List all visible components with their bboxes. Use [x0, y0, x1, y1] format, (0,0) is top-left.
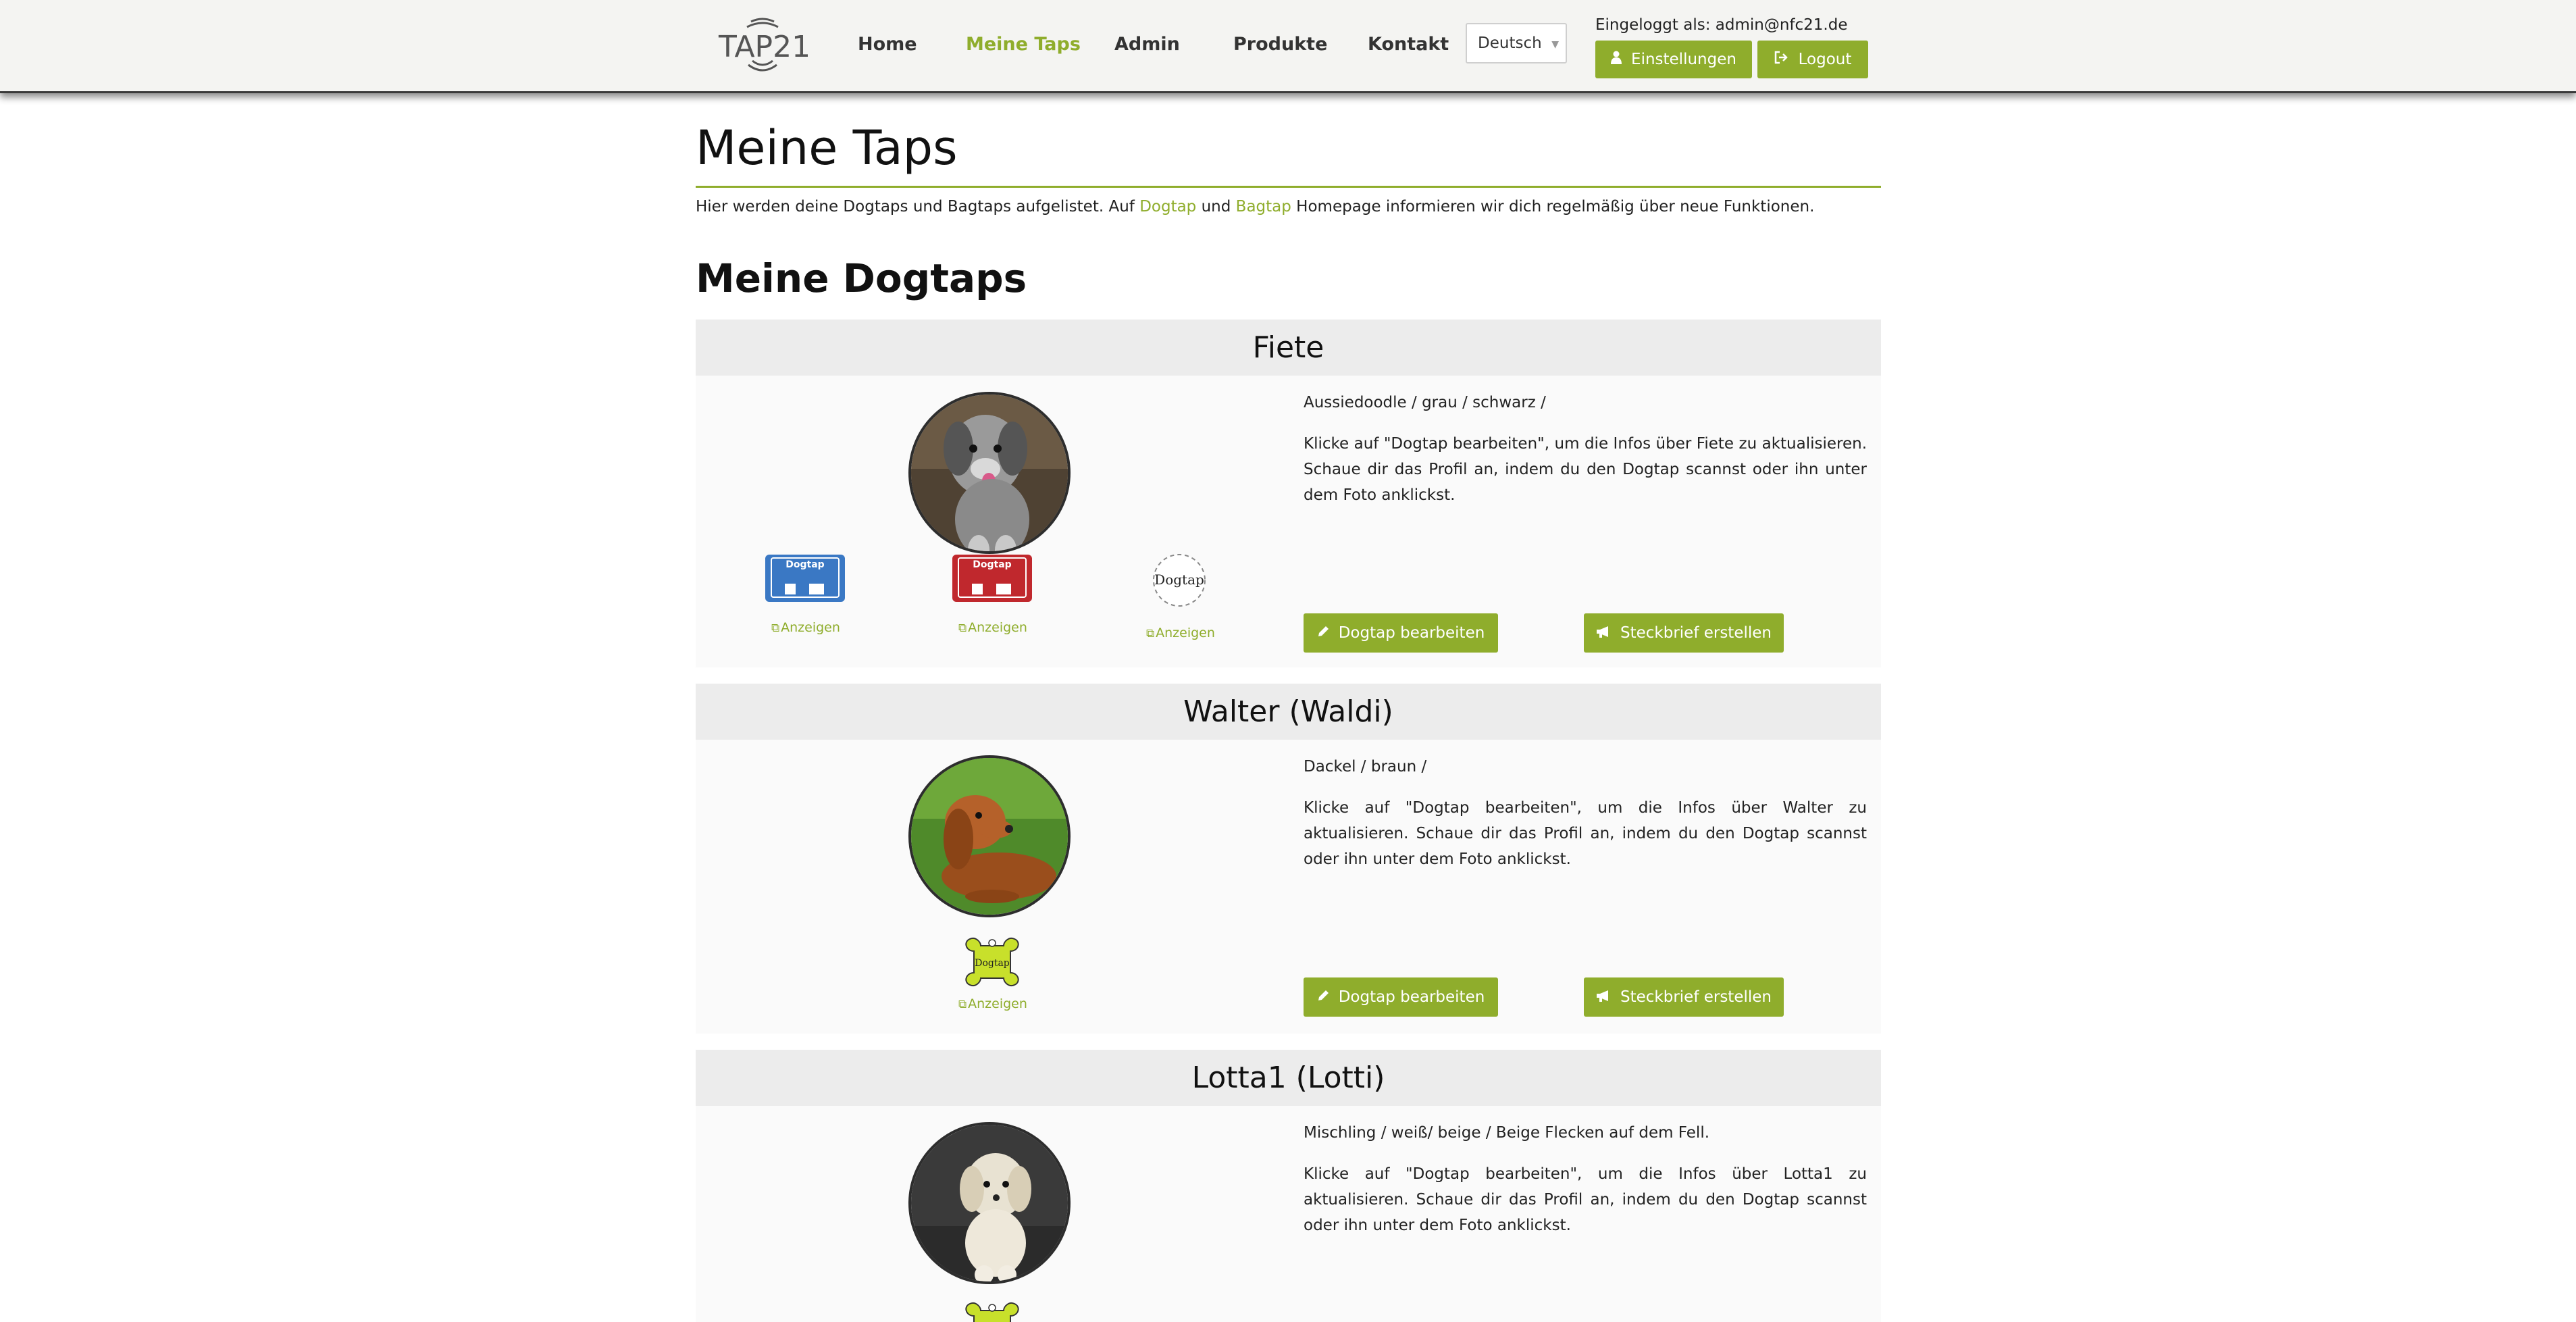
intro-text-mid: und	[1196, 198, 1236, 215]
intro-text-start: Hier werden deine Dogtaps und Bagtaps au…	[696, 198, 1140, 215]
dog-description: Klicke auf "Dogtap bearbeiten", um die I…	[1304, 435, 1867, 504]
edit-dogtap-label: Dogtap bearbeiten	[1338, 624, 1485, 642]
dogtap-red-card-image[interactable]: Dogtap	[952, 554, 1033, 603]
dog-breed-info: Mischling / weiß/ beige / Beige Flecken …	[1304, 1124, 1710, 1142]
tap21-logo[interactable]: TAP21	[717, 15, 808, 77]
dog-card-header: Walter (Waldi)	[696, 684, 1881, 740]
tag-link-show[interactable]: ⧉ Anzeigen	[1146, 626, 1215, 640]
dog-photo-walter[interactable]	[908, 755, 1071, 917]
chevron-down-icon: ▼	[1551, 39, 1559, 50]
title-divider	[696, 186, 1881, 188]
top-navbar: TAP21 Home Meine Taps Admin Produkte Kon…	[0, 0, 2576, 93]
tag-link-label: Anzeigen	[781, 620, 840, 635]
create-poster-button[interactable]: Steckbrief erstellen	[1584, 977, 1784, 1017]
tag-text: Dogtap	[973, 559, 1011, 570]
logo-text: TAP21	[718, 30, 808, 64]
tag-link-label: Anzeigen	[968, 996, 1027, 1011]
settings-button-label: Einstellungen	[1631, 51, 1736, 68]
dogtap-bone-tag-image[interactable]: Dogtap	[960, 936, 1024, 988]
edit-dogtap-label: Dogtap bearbeiten	[1338, 988, 1485, 1006]
page-title: Meine Taps	[696, 120, 958, 176]
nav-item-kontakt[interactable]: Kontakt	[1368, 34, 1449, 55]
nav-item-produkte[interactable]: Produkte	[1233, 34, 1327, 55]
tag-text: Dogtap	[785, 559, 824, 570]
pencil-icon	[1317, 625, 1329, 642]
external-link-icon: ⧉	[958, 621, 967, 635]
dog-description: Klicke auf "Dogtap bearbeiten", um die I…	[1304, 1165, 1867, 1234]
tag-link-label: Anzeigen	[1156, 626, 1215, 640]
tag-link-label: Anzeigen	[968, 620, 1027, 635]
external-link-icon: ⧉	[958, 998, 967, 1011]
dogtap-bone-tag-image[interactable]	[960, 1301, 1024, 1322]
dog-breed-info: Dackel / braun /	[1304, 758, 1427, 776]
dog-breed-info: Aussiedoodle / grau / schwarz /	[1304, 394, 1546, 411]
nav-item-admin[interactable]: Admin	[1114, 34, 1180, 55]
create-poster-label: Steckbrief erstellen	[1620, 988, 1772, 1006]
dog-photo-fiete[interactable]	[908, 392, 1071, 554]
logout-button-label: Logout	[1798, 51, 1852, 68]
nav-item-meine-taps[interactable]: Meine Taps	[966, 34, 1081, 55]
dogtap-round-tag-image[interactable]: Dogtap	[1141, 553, 1217, 608]
logout-button[interactable]: Logout	[1757, 41, 1868, 78]
edit-dogtap-button[interactable]: Dogtap bearbeiten	[1304, 613, 1498, 653]
bagtap-homepage-link[interactable]: Bagtap	[1236, 198, 1291, 215]
language-select-value: Deutsch	[1478, 34, 1542, 52]
language-select[interactable]: Deutsch ▼	[1466, 23, 1567, 63]
edit-dogtap-button[interactable]: Dogtap bearbeiten	[1304, 977, 1498, 1017]
user-icon	[1611, 51, 1622, 68]
sign-out-icon	[1774, 51, 1789, 68]
dog-card-header: Fiete	[696, 320, 1881, 376]
tag-text: Dogtap	[975, 958, 1010, 969]
settings-button[interactable]: Einstellungen	[1595, 41, 1752, 78]
tag-link-show[interactable]: ⧉ Anzeigen	[958, 620, 1027, 635]
bullhorn-icon	[1596, 989, 1611, 1006]
tag-link-show[interactable]: ⧉ Anzeigen	[771, 620, 840, 635]
dogtap-blue-card-image[interactable]: Dogtap	[765, 554, 846, 603]
dog-description: Klicke auf "Dogtap bearbeiten", um die I…	[1304, 799, 1867, 868]
tag-text: Dogtap	[1154, 571, 1204, 588]
intro-text: Hier werden deine Dogtaps und Bagtaps au…	[696, 198, 1814, 215]
nav-item-home[interactable]: Home	[858, 34, 917, 55]
tag-link-show[interactable]: ⧉ Anzeigen	[958, 996, 1027, 1011]
external-link-icon: ⧉	[1146, 627, 1155, 640]
pencil-icon	[1317, 989, 1329, 1006]
external-link-icon: ⧉	[771, 621, 780, 635]
intro-text-end: Homepage informieren wir dich regelmäßig…	[1291, 198, 1815, 215]
dogtap-homepage-link[interactable]: Dogtap	[1139, 198, 1196, 215]
dog-card-header: Lotta1 (Lotti)	[696, 1050, 1881, 1106]
login-info: Eingeloggt als: admin@nfc21.de	[1595, 16, 1848, 34]
bullhorn-icon	[1596, 625, 1611, 642]
create-poster-label: Steckbrief erstellen	[1620, 624, 1772, 642]
section-title-dogtaps: Meine Dogtaps	[696, 255, 1027, 301]
dog-photo-lotta1[interactable]	[908, 1122, 1071, 1284]
create-poster-button[interactable]: Steckbrief erstellen	[1584, 613, 1784, 653]
